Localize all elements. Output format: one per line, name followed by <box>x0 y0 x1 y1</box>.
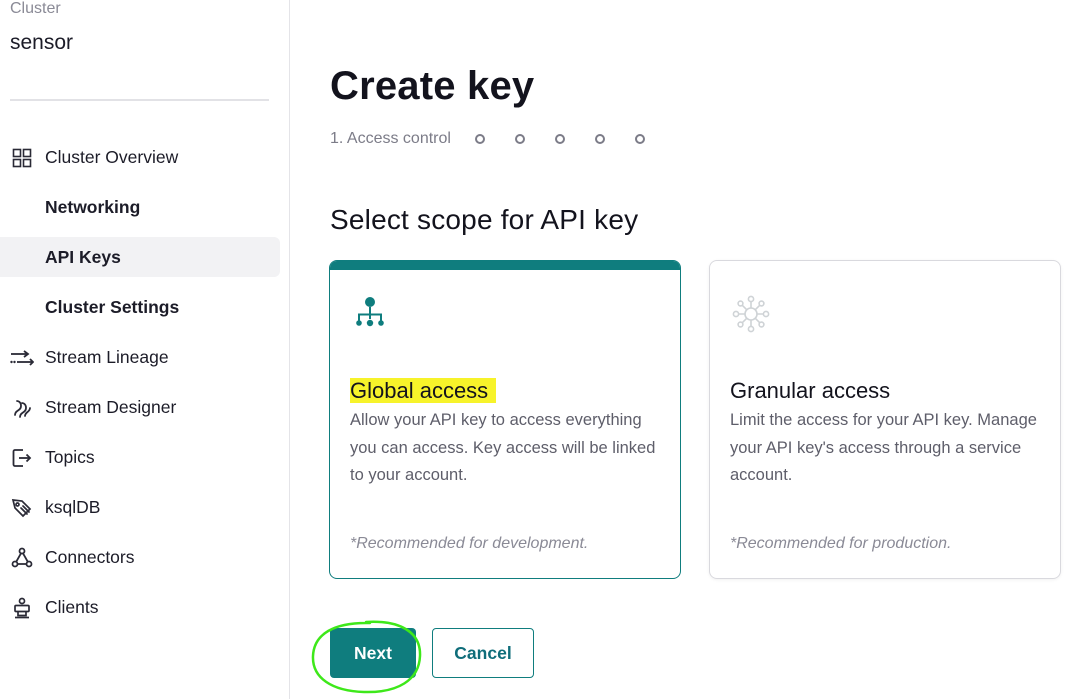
sidebar-item-ksqldb[interactable]: ksqlDB <box>0 487 280 527</box>
step-dot <box>594 134 605 144</box>
cluster-name[interactable]: sensor <box>10 31 73 55</box>
sidebar-item-cluster-settings[interactable]: Cluster Settings <box>0 287 280 327</box>
stream-designer-icon <box>10 397 34 419</box>
sidebar-item-clients[interactable]: Clients <box>0 587 280 627</box>
sidebar-item-label: Networking <box>45 196 141 217</box>
sidebar-item-label: ksqlDB <box>45 496 101 517</box>
card-note: *Recommended for production. <box>730 535 952 552</box>
card-note: *Recommended for development. <box>350 535 589 552</box>
page-title: Create key <box>330 64 535 108</box>
cluster-label: Cluster <box>10 0 61 17</box>
ksqldb-icon <box>10 497 34 519</box>
step-dot <box>514 134 525 144</box>
grid-icon <box>10 147 34 169</box>
hierarchy-icon <box>352 295 388 331</box>
step-dot <box>634 134 645 144</box>
sidebar-item-label: Clients <box>45 596 99 617</box>
sidebar-item-label: Stream Designer <box>45 396 177 417</box>
step-dot <box>554 134 565 144</box>
sidebar-item-label: Topics <box>45 446 95 467</box>
sidebar-item-stream-designer[interactable]: Stream Designer <box>0 387 280 427</box>
current-step-label: 1. Access control <box>330 130 451 147</box>
sidebar-item-api-keys[interactable]: API Keys <box>0 237 280 277</box>
sidebar-item-label: Stream Lineage <box>45 346 169 367</box>
sidebar-item-networking[interactable]: Networking <box>0 187 280 227</box>
granular-access-card[interactable]: Granular access Limit the access for you… <box>709 260 1061 579</box>
stepper: 1. Access control <box>330 128 675 150</box>
sidebar-item-label: Connectors <box>45 546 135 567</box>
connectors-icon <box>10 547 34 569</box>
sidebar-nav: Cluster Overview Networking API Keys Clu… <box>0 137 280 637</box>
card-title: Global access <box>350 378 497 404</box>
global-access-card[interactable]: Global access Allow your API key to acce… <box>329 260 681 579</box>
stream-lineage-icon <box>10 347 34 369</box>
topics-icon <box>10 447 34 469</box>
network-hub-icon <box>732 295 770 333</box>
sidebar-item-topics[interactable]: Topics <box>0 437 280 477</box>
sidebar-item-connectors[interactable]: Connectors <box>0 537 280 577</box>
sidebar-item-label: Cluster Overview <box>45 146 179 167</box>
sidebar-item-label: Cluster Settings <box>45 296 180 317</box>
clients-icon <box>10 597 34 619</box>
main-content: Create key 1. Access control Select scop… <box>291 0 1075 699</box>
section-title: Select scope for API key <box>330 204 639 235</box>
sidebar-divider <box>10 99 269 101</box>
step-dot <box>474 134 485 144</box>
card-title: Granular access <box>730 378 891 403</box>
sidebar-item-cluster-overview[interactable]: Cluster Overview <box>0 137 280 177</box>
next-button[interactable]: Next <box>330 628 416 678</box>
cancel-button[interactable]: Cancel <box>432 628 534 678</box>
sidebar-item-label: API Keys <box>45 246 121 267</box>
sidebar-item-stream-lineage[interactable]: Stream Lineage <box>0 337 280 377</box>
card-description: Allow your API key to access everything … <box>350 411 656 484</box>
card-title-text: Global access <box>350 378 497 403</box>
card-description: Limit the access for your API key. Manag… <box>730 411 1037 484</box>
sidebar: Cluster sensor Cluster Overview Networki… <box>0 0 290 699</box>
